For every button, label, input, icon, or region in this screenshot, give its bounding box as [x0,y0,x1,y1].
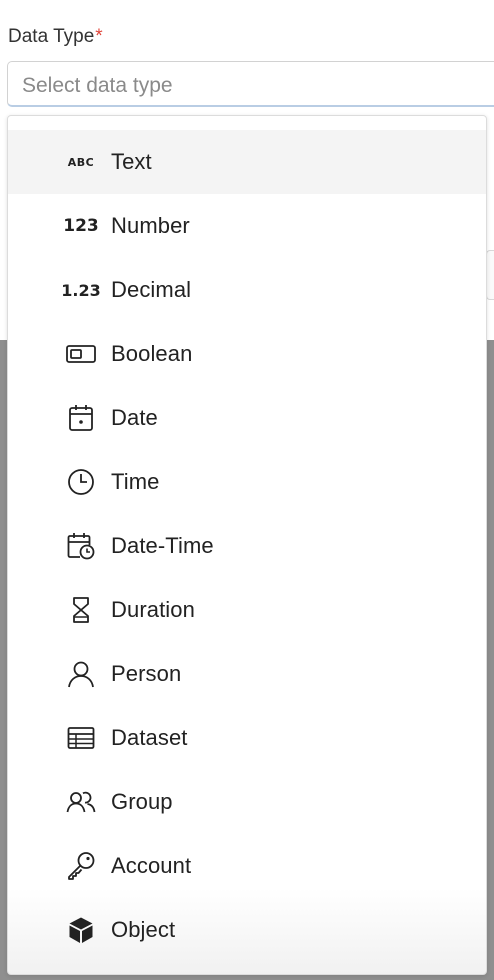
option-person[interactable]: Person [8,642,486,706]
cube-icon [66,916,96,944]
option-label: Date-Time [111,533,214,558]
data-type-options: ABC Text 123 Number 1.23 Decimal Boolean [8,130,486,962]
option-decimal[interactable]: 1.23 Decimal [8,258,486,322]
option-duration[interactable]: Duration [8,578,486,642]
calendar-icon [66,404,96,432]
select-placeholder: Select data type [22,74,173,97]
person-icon [66,660,96,688]
toggle-icon [66,340,96,368]
option-date-time[interactable]: Date-Time [8,514,486,578]
option-label: Decimal [111,277,192,302]
calendar-clock-icon [66,532,96,560]
option-label: Duration [111,597,195,622]
option-group[interactable]: Group [8,770,486,834]
option-label: Boolean [111,341,193,366]
hourglass-icon [66,596,96,624]
decimal-glyph: 1.23 [61,280,101,300]
number-123-icon: 123 [63,212,99,240]
option-label: Time [111,469,160,494]
data-type-select[interactable]: Select data type [7,61,494,107]
option-label: Group [111,789,173,814]
data-type-label: Data Type* [8,26,103,48]
option-number[interactable]: 123 Number [8,194,486,258]
option-label: Dataset [111,725,188,750]
data-type-dropdown: ABC Text 123 Number 1.23 Decimal Boolean [7,115,487,975]
option-account[interactable]: Account [8,834,486,898]
option-boolean[interactable]: Boolean [8,322,486,386]
option-label: Text [111,149,152,174]
data-type-label-text: Data Type [8,26,95,47]
number-123-glyph: 123 [63,216,99,236]
key-icon [66,852,96,880]
decimal-icon: 1.23 [61,276,100,304]
option-label: Date [111,405,158,430]
option-label: Object [111,917,176,942]
text-abc-glyph: ABC [67,155,95,169]
option-dataset[interactable]: Dataset [8,706,486,770]
option-time[interactable]: Time [8,450,486,514]
group-icon [66,788,96,816]
clock-icon [66,468,96,496]
background-control [486,250,494,300]
option-text[interactable]: ABC Text [8,130,486,194]
option-date[interactable]: Date [8,386,486,450]
text-abc-icon: ABC [66,148,96,176]
option-object[interactable]: Object [8,898,486,962]
option-label: Number [111,213,190,238]
table-icon [66,724,96,752]
required-asterisk: * [95,26,103,47]
option-label: Account [111,853,192,878]
option-label: Person [111,661,182,686]
